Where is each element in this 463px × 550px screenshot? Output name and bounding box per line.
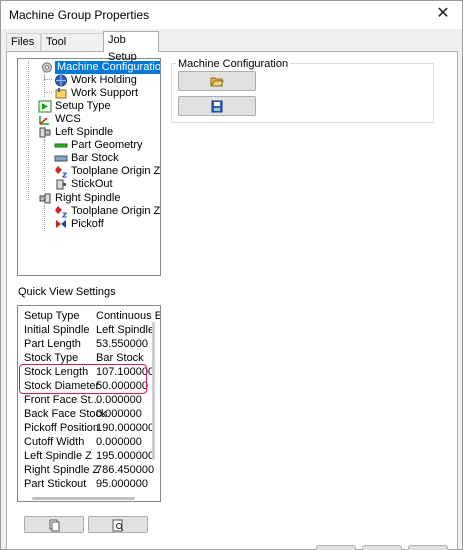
title-bar: Machine Group Properties ✕ <box>1 1 462 29</box>
pickoff-icon <box>56 220 66 228</box>
work-support-icon <box>55 88 67 99</box>
gear-icon <box>41 62 53 73</box>
axis-icon <box>39 116 49 125</box>
spindle-icon <box>39 127 51 138</box>
tree-item-label: Pickoff <box>71 218 104 230</box>
horizontal-scrollbar[interactable] <box>32 497 135 500</box>
tree-item-label: Left Spindle <box>55 126 114 138</box>
machine-configuration-title: Machine Configuration <box>176 58 291 70</box>
bar-stock-icon <box>54 155 68 162</box>
preview-button[interactable] <box>88 516 148 533</box>
tree-item-label: Work Support <box>71 87 139 99</box>
tree-item-label: Setup Type <box>55 100 111 112</box>
open-configuration-button[interactable] <box>178 71 256 91</box>
spindle-icon <box>39 193 51 204</box>
tree-item-label: Part Geometry <box>71 139 143 151</box>
tree-item-label: Toolplane Origin Z <box>71 205 161 217</box>
dialog-button-1[interactable] <box>316 545 356 550</box>
quick-view-label: Quick View Settings <box>18 286 116 298</box>
stock-rows-highlight <box>19 364 147 394</box>
copy-icon <box>49 519 60 531</box>
vertical-scrollbar[interactable] <box>152 322 155 460</box>
setup-tree[interactable]: Machine Configuration Work Holding Work … <box>17 58 161 276</box>
save-icon <box>211 100 223 113</box>
toolplane-icon: Z <box>55 206 67 218</box>
tree-item-label: StickOut <box>71 178 113 190</box>
tab-job-setup[interactable]: Job Setup <box>103 31 159 63</box>
setup-type-icon <box>38 100 52 113</box>
close-button[interactable]: ✕ <box>434 5 452 23</box>
part-geometry-icon <box>54 143 68 148</box>
tab-files[interactable]: Files <box>6 33 41 52</box>
stickout-icon <box>56 179 66 190</box>
quick-view-list[interactable]: Setup Type Continuous E Initial Spindle Le… <box>17 305 161 502</box>
folder-open-icon <box>210 77 224 87</box>
globe-icon <box>55 74 67 87</box>
tree-item-label: Work Holding <box>71 74 137 86</box>
window-title: Machine Group Properties <box>9 8 150 22</box>
preview-icon <box>112 519 124 531</box>
tree-item-label: Bar Stock <box>71 152 119 164</box>
toolplane-icon: Z <box>55 166 67 178</box>
tree-item-label: WCS <box>55 113 81 125</box>
tab-tool-settings[interactable]: Tool Settings <box>41 33 104 65</box>
dialog-button-2[interactable] <box>362 545 402 550</box>
save-configuration-button[interactable] <box>178 96 256 116</box>
dialog-button-3[interactable] <box>408 545 448 550</box>
tree-item-label: Right Spindle <box>55 192 121 204</box>
tree-item-label: Toolplane Origin Z <box>71 165 161 177</box>
copy-button[interactable] <box>24 516 84 533</box>
